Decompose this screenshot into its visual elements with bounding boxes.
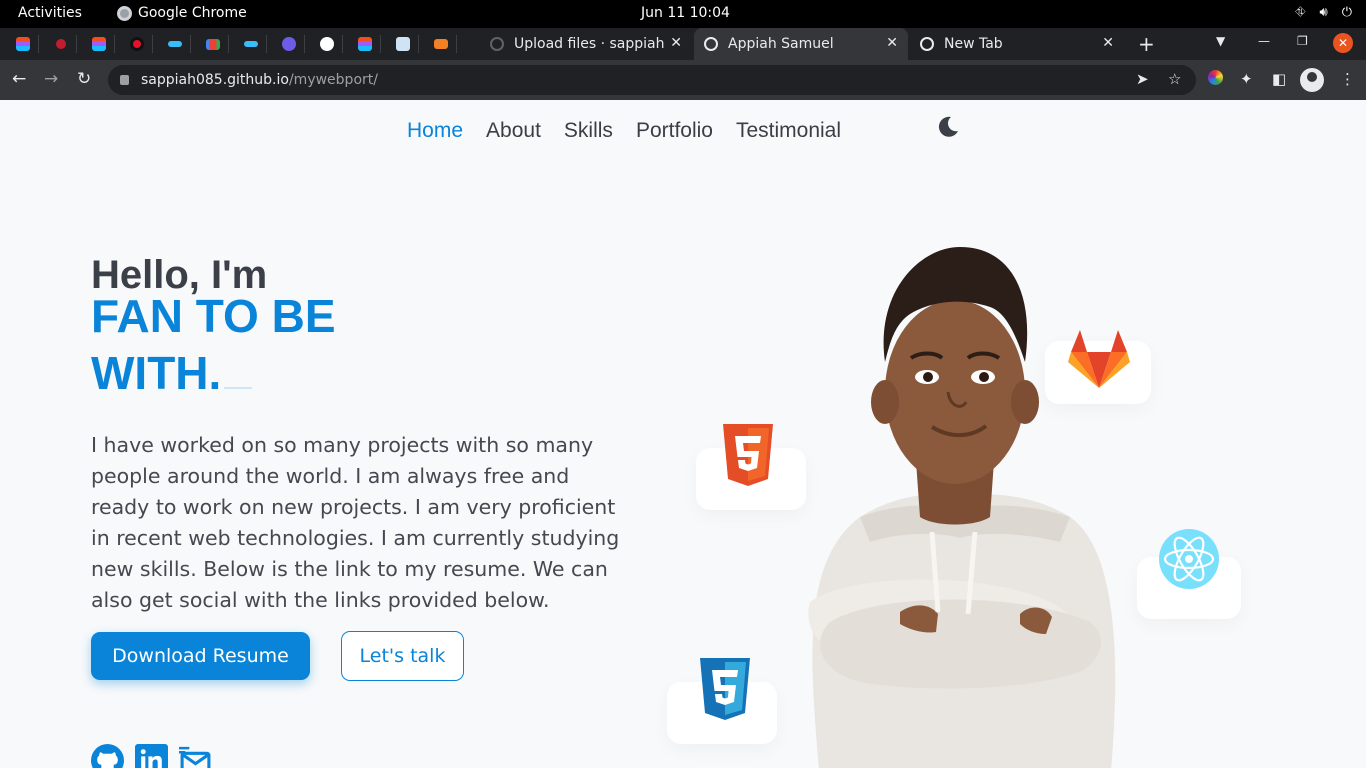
download-resume-button[interactable]: Download Resume (91, 632, 310, 680)
tab-strip: Upload files · sappiah0 ✕ Appiah Samuel … (0, 28, 1366, 60)
stripe-icon (281, 37, 296, 51)
nav-link-testimonial[interactable]: Testimonial (736, 119, 841, 143)
html5-icon (723, 424, 773, 486)
typed-text: FAN TO BE WITH. (91, 290, 336, 399)
window-close-button[interactable]: ✕ (1333, 33, 1353, 53)
tab-new-tab[interactable]: New Tab ✕ (910, 28, 1124, 60)
system-tray[interactable]: ⛗ 🔊︎ ⏻ (1295, 5, 1352, 20)
globe-icon (704, 37, 718, 51)
tab-search-chevron-down-icon[interactable]: ▼ (1216, 34, 1225, 48)
side-panel-icon[interactable]: ◧ (1272, 70, 1286, 88)
github-icon (490, 37, 504, 51)
url-host: sappiah085.github.io (141, 72, 289, 88)
pinned-tab[interactable] (52, 35, 77, 53)
activities-button[interactable]: Activities (18, 5, 82, 21)
profile-avatar[interactable] (1300, 68, 1324, 92)
close-icon[interactable]: ✕ (886, 35, 898, 51)
lock-icon[interactable] (120, 75, 129, 85)
pinned-tab[interactable] (432, 35, 457, 53)
hero-bio: I have worked on so many projects with s… (91, 433, 620, 612)
volume-icon: 🔊︎ (1319, 5, 1328, 20)
figma-icon (357, 37, 372, 51)
back-arrow-icon[interactable]: ← (12, 69, 26, 89)
chrome-icon (920, 37, 934, 51)
pinned-tab[interactable] (128, 35, 153, 53)
url-path: /mywebport/ (288, 72, 378, 88)
main-nav: Home About Skills Portfolio Testimonial (407, 119, 841, 143)
lets-talk-button[interactable]: Let's talk (341, 631, 464, 681)
nav-link-about[interactable]: About (486, 119, 541, 143)
close-icon[interactable]: ✕ (670, 35, 682, 51)
nav-link-home[interactable]: Home (407, 119, 463, 143)
close-icon[interactable]: ✕ (1102, 35, 1114, 51)
tab-title: Appiah Samuel (728, 36, 834, 52)
globe-icon (319, 37, 334, 51)
tailwind-icon (243, 41, 258, 47)
tab-appiah-samuel[interactable]: Appiah Samuel ✕ (694, 28, 908, 60)
pinned-tab[interactable] (394, 35, 419, 53)
avatar-illustration (808, 247, 1116, 768)
minimize-button[interactable]: — (1258, 34, 1270, 48)
star-icon[interactable]: ☆ (1168, 70, 1181, 88)
forward-arrow-icon[interactable]: → (44, 69, 58, 89)
network-icon: ⛗ (1295, 5, 1306, 20)
tab-title: New Tab (944, 36, 1003, 52)
pinned-tab[interactable] (318, 35, 343, 53)
tab-upload-files[interactable]: Upload files · sappiah0 ✕ (486, 28, 692, 60)
clock[interactable]: Jun 11 10:04 (641, 5, 730, 21)
nav-link-portfolio[interactable]: Portfolio (636, 119, 713, 143)
system-top-bar: Activities Google Chrome Jun 11 10:04 ⛗ … (0, 0, 1366, 28)
css3-icon (700, 658, 750, 720)
new-tab-button[interactable]: + (1138, 32, 1155, 56)
pinned-tab[interactable] (14, 35, 39, 53)
puzzle-icon[interactable]: ✦ (1240, 70, 1253, 88)
power-icon: ⏻ (1341, 5, 1352, 20)
pinned-tab[interactable] (166, 35, 191, 53)
nav-link-skills[interactable]: Skills (564, 119, 613, 143)
chrome-icon (117, 5, 132, 21)
app-name: Google Chrome (138, 5, 247, 21)
color-extension-icon[interactable] (1208, 70, 1223, 89)
figma-icon (91, 37, 106, 51)
social-links (91, 744, 212, 768)
app-icon (55, 39, 66, 49)
pinned-tabs (14, 35, 457, 53)
reload-icon[interactable]: ↻ (77, 69, 91, 89)
pinned-tab[interactable] (280, 35, 305, 53)
pinned-tab[interactable] (90, 35, 115, 53)
stackoverflow-icon (433, 39, 448, 49)
tab-title: Upload files · sappiah0 (514, 36, 664, 52)
pinned-tab[interactable] (242, 35, 267, 53)
mail-icon[interactable] (179, 744, 212, 768)
typing-cursor (224, 387, 253, 389)
maximize-button[interactable]: ❐ (1297, 34, 1308, 48)
github-icon[interactable] (91, 744, 124, 768)
menu-icon[interactable]: ⋮ (1340, 70, 1355, 88)
app-menu[interactable]: Google Chrome (117, 5, 247, 21)
hero-typed-text: FAN TO BE WITH. (91, 288, 411, 402)
gmail-icon (205, 38, 220, 50)
dark-mode-moon-icon[interactable] (936, 115, 960, 139)
linkedin-icon[interactable] (135, 744, 168, 768)
record-icon (129, 37, 144, 51)
browser-toolbar: ← → ↻ sappiah085.github.io/mywebport/ ➤ … (0, 60, 1366, 100)
page-viewport: Home About Skills Portfolio Testimonial … (0, 100, 1366, 768)
pinned-tab[interactable] (356, 35, 381, 53)
pinned-tab[interactable] (204, 35, 229, 53)
address-bar[interactable]: sappiah085.github.io/mywebport/ (108, 65, 1196, 95)
app-icon (395, 37, 410, 51)
tailwind-icon (167, 41, 182, 47)
react-icon (1159, 529, 1219, 589)
send-icon[interactable]: ➤ (1136, 70, 1149, 88)
figma-icon (15, 37, 30, 51)
